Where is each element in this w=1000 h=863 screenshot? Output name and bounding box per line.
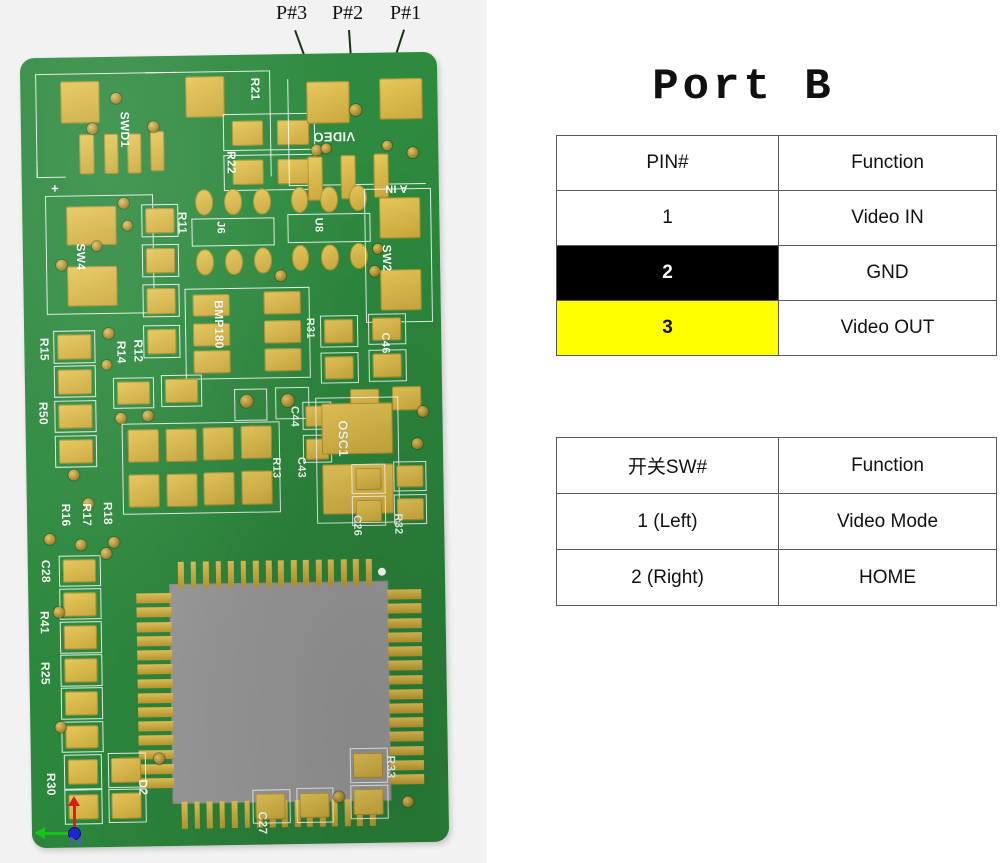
- screenshot-root: P#3 P#2 P#1 SWD1 R21 R22 VIDEO A IN + SW…: [0, 0, 1000, 863]
- silk-label-sw2: SW2: [379, 244, 395, 272]
- table-row: 3 Video OUT: [556, 300, 997, 356]
- pin-number-2: 2: [556, 245, 779, 301]
- pcb-photo-image: P#3 P#2 P#1 SWD1 R21 R22 VIDEO A IN + SW…: [0, 0, 487, 863]
- switch-function-2: HOME: [778, 549, 997, 606]
- axis-gizmo: Z: [30, 796, 120, 860]
- pcb-photo-panel: P#3 P#2 P#1 SWD1 R21 R22 VIDEO A IN + SW…: [0, 0, 487, 863]
- callout-label-p3: P#3: [276, 2, 308, 24]
- silk-label-r16: R16: [58, 503, 74, 528]
- silk-label-r50: R50: [36, 401, 51, 425]
- port-pinout-table: PIN# Function 1 Video IN 2 GND 3 Video O…: [556, 135, 997, 356]
- silk-label-c27: C27: [255, 811, 270, 835]
- silk-label-r41: R41: [37, 610, 52, 635]
- silk-label-r13: R13: [270, 457, 283, 479]
- silk-label-r32: R32: [392, 512, 405, 535]
- silk-label-r33: R33: [383, 755, 399, 779]
- switch-function-1: Video Mode: [778, 493, 997, 550]
- silk-label-r30: R30: [44, 772, 59, 796]
- pin-number-3: 3: [556, 300, 779, 356]
- silk-label-r11: R11: [175, 212, 190, 235]
- silk-label-r31: R31: [303, 317, 317, 339]
- silk-label-c28: C28: [38, 560, 54, 584]
- silk-label-bmp180: BMP180: [211, 300, 227, 349]
- silk-label-swd1: SWD1: [117, 111, 132, 148]
- silk-label-r22: R22: [224, 150, 239, 174]
- table-row: 1 Video IN: [556, 190, 997, 246]
- silk-label-r15: R15: [37, 338, 52, 362]
- axis-x-arrowhead: [34, 827, 45, 839]
- silk-label-r18: R18: [100, 501, 115, 525]
- switch-function-table: 开关SW# Function 1 (Left) Video Mode 2 (Ri…: [556, 437, 997, 606]
- silk-label-osc1: OSC1: [335, 420, 352, 458]
- header-pin: PIN#: [556, 135, 779, 191]
- table-header-row: 开关SW# Function: [556, 437, 997, 494]
- pin-function-2: GND: [778, 245, 997, 301]
- callout-label-p2: P#2: [332, 2, 364, 24]
- silk-label-c46: C46: [379, 332, 392, 355]
- silk-label-j6: J6: [214, 220, 227, 235]
- switch-id-2: 2 (Right): [556, 549, 779, 606]
- axis-z-label: Z: [66, 836, 85, 847]
- info-panel: Port B PIN# Function 1 Video IN 2 GND 3: [487, 0, 1000, 863]
- table-row: 2 GND: [556, 245, 997, 301]
- axis-z-arrowhead: [68, 796, 80, 806]
- header-function: Function: [778, 437, 997, 494]
- header-switch: 开关SW#: [556, 437, 779, 494]
- callout-label-p1: P#1: [390, 2, 422, 24]
- silk-label-r25: R25: [38, 662, 53, 686]
- silk-label-sw4: SW4: [73, 242, 88, 271]
- pin-function-1: Video IN: [778, 190, 997, 246]
- table-header-row: PIN# Function: [556, 135, 997, 191]
- pin-number-1: 1: [556, 190, 779, 246]
- silk-label-r17: R17: [79, 502, 94, 526]
- table-row: 2 (Right) HOME: [556, 549, 997, 606]
- qfp-chip: [20, 52, 437, 829]
- page-title: Port B: [652, 62, 835, 112]
- table-row: 1 (Left) Video Mode: [556, 493, 997, 550]
- pcb-board: SWD1 R21 R22 VIDEO A IN + SW4 R11 R12 J6…: [19, 51, 450, 849]
- silk-label-r12: R12: [131, 339, 146, 363]
- silk-label-r14: R14: [114, 341, 129, 365]
- silk-label-c44: C44: [288, 405, 301, 427]
- silk-label-c26: C26: [350, 515, 364, 537]
- switch-id-1: 1 (Left): [556, 493, 779, 550]
- silk-label-d2: D2: [136, 779, 151, 796]
- silk-label-video: VIDEO: [312, 128, 356, 145]
- pin-function-3: Video OUT: [778, 300, 997, 356]
- silk-label-r21: R21: [248, 77, 263, 101]
- header-function: Function: [778, 135, 997, 191]
- silk-label-u8: U8: [312, 217, 325, 232]
- silk-label-plus: +: [50, 180, 60, 197]
